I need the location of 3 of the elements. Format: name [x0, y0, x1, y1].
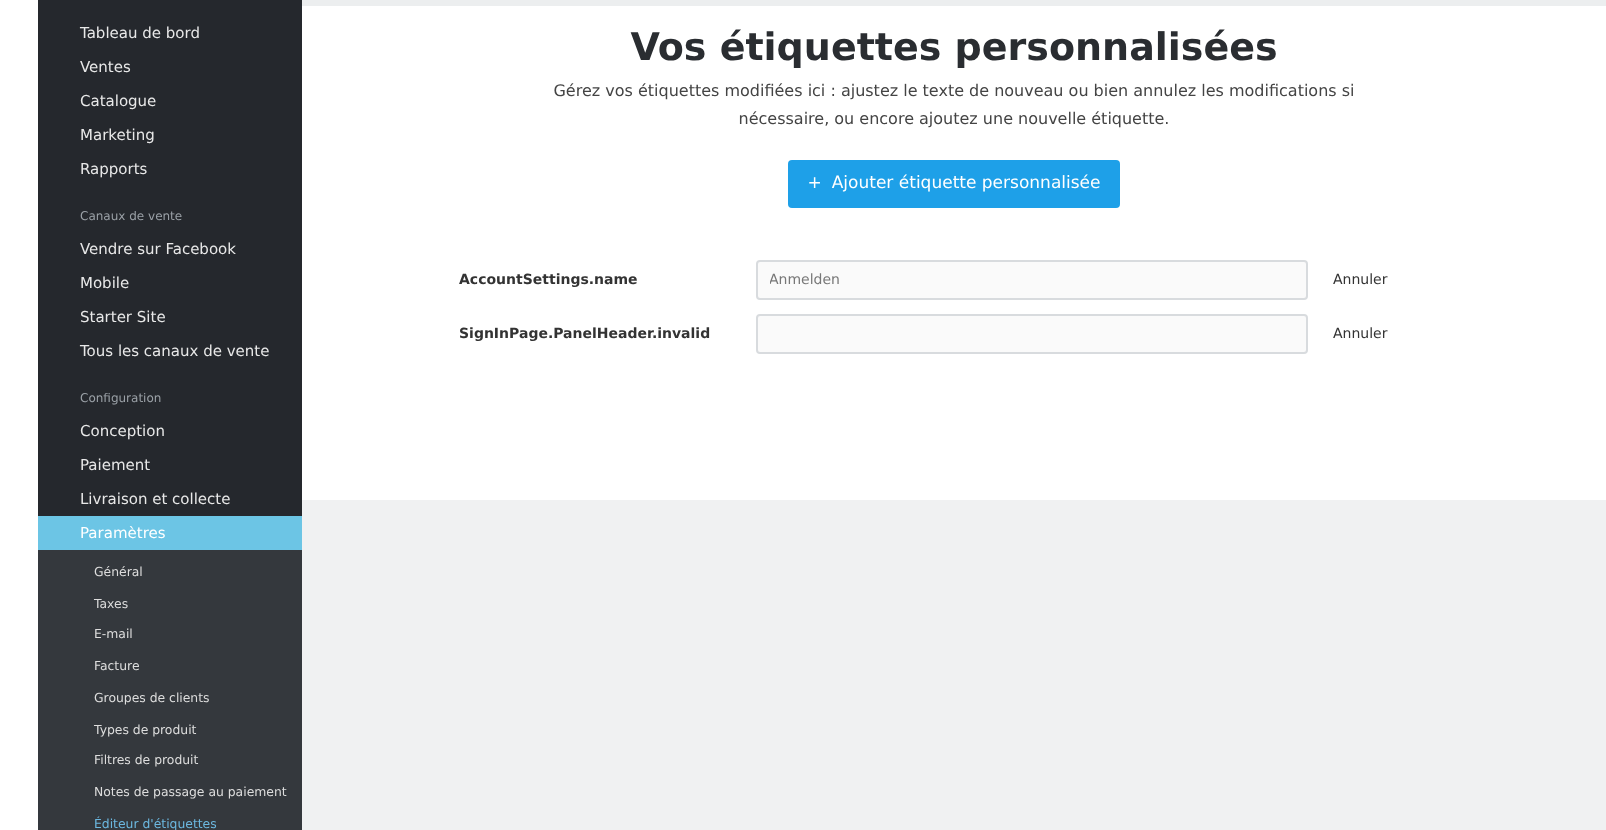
page-title: Vos étiquettes personnalisées: [630, 26, 1278, 70]
input-field[interactable]: [755, 313, 1307, 353]
description: Gérez vos étiquettes modifiées ici : ajustez le texte de nouveau ou bien annulez les modifications si nécessaire, ou encore ajoutez une nouvelle étiquette.: [551, 80, 1357, 132]
